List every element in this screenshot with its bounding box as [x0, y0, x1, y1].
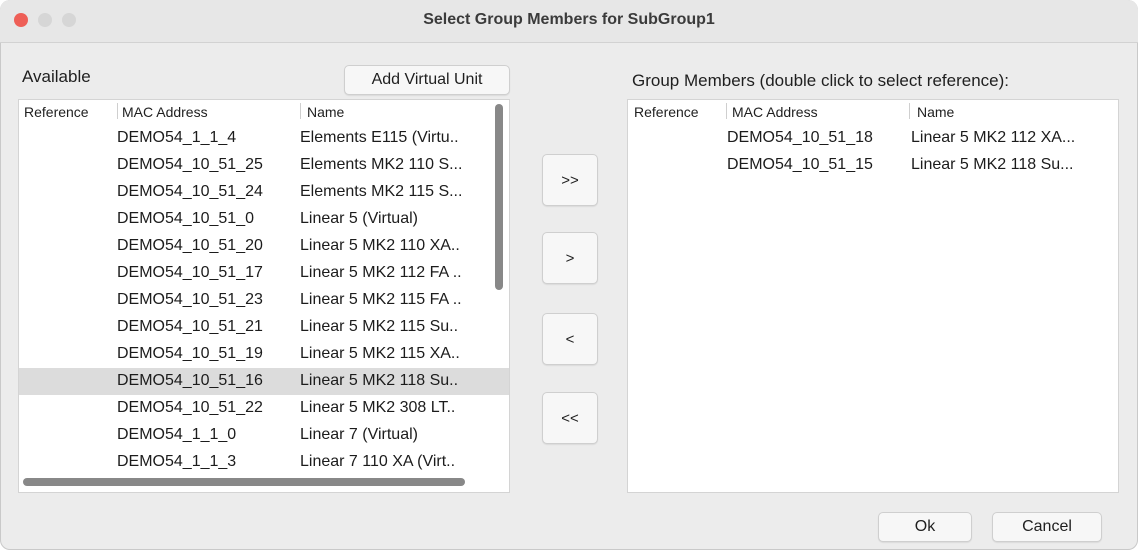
member-cell-mac: DEMO54_10_51_15 — [727, 156, 873, 173]
available-cell-name: Elements E115 (Virtu.. — [300, 129, 459, 146]
available-row[interactable]: DEMO54_1_1_3 Linear 7 110 XA (Virt.. — [19, 449, 509, 476]
available-cell-name: Linear 7 110 XA (Virt.. — [300, 453, 456, 470]
available-cell-mac: DEMO54_10_51_16 — [117, 372, 263, 389]
group-members-table[interactable]: Reference MAC Address Name DEMO54_10_51_… — [627, 99, 1119, 493]
remove-selected-button[interactable]: < — [542, 313, 598, 365]
add-all-button[interactable]: >> — [542, 154, 598, 206]
available-cell-name: Elements MK2 115 S... — [300, 183, 463, 200]
available-cell-name: Elements MK2 110 S... — [300, 156, 463, 173]
available-cell-name: Linear 5 MK2 308 LT.. — [300, 399, 456, 416]
column-divider — [909, 103, 910, 119]
available-col-mac[interactable]: MAC Address — [122, 104, 208, 120]
available-cell-mac: DEMO54_10_51_24 — [117, 183, 263, 200]
add-selected-button[interactable]: > — [542, 232, 598, 284]
member-cell-mac: DEMO54_10_51_18 — [727, 129, 873, 146]
available-cell-mac: DEMO54_1_1_4 — [117, 129, 237, 146]
available-row[interactable]: DEMO54_1_1_0 Linear 7 (Virtual) — [19, 422, 509, 449]
available-cell-mac: DEMO54_10_51_23 — [117, 291, 263, 308]
available-cell-mac: DEMO54_1_1_3 — [117, 453, 237, 470]
member-cell-name: Linear 5 MK2 118 Su... — [911, 156, 1074, 173]
available-cell-mac: DEMO54_10_51_17 — [117, 264, 263, 281]
available-table[interactable]: Reference MAC Address Name DEMO54_1_1_4 E… — [18, 99, 510, 493]
add-virtual-unit-button[interactable]: Add Virtual Unit — [344, 65, 510, 95]
available-row[interactable]: DEMO54_10_51_22 Linear 5 MK2 308 LT.. — [19, 395, 509, 422]
available-cell-mac: DEMO54_10_51_22 — [117, 399, 263, 416]
available-col-name[interactable]: Name — [307, 104, 344, 120]
available-row[interactable]: DEMO54_10_51_24 Elements MK2 115 S... — [19, 179, 509, 206]
available-cell-name: Linear 5 MK2 115 FA .. — [300, 291, 462, 308]
available-col-reference[interactable]: Reference — [24, 104, 89, 120]
available-cell-name: Linear 5 MK2 112 FA .. — [300, 264, 462, 281]
available-row[interactable]: DEMO54_10_51_16 Linear 5 MK2 118 Su.. — [19, 368, 509, 395]
available-table-header: Reference MAC Address Name — [19, 100, 509, 122]
members-col-name[interactable]: Name — [917, 104, 954, 120]
available-cell-mac: DEMO54_10_51_20 — [117, 237, 263, 254]
ok-button[interactable]: Ok — [878, 512, 972, 542]
available-row[interactable]: DEMO54_10_51_19 Linear 5 MK2 115 XA.. — [19, 341, 509, 368]
members-col-reference[interactable]: Reference — [634, 104, 699, 120]
available-row[interactable]: DEMO54_10_51_20 Linear 5 MK2 110 XA.. — [19, 233, 509, 260]
available-label: Available — [22, 67, 91, 86]
member-cell-name: Linear 5 MK2 112 XA... — [911, 129, 1076, 146]
title-bar: Select Group Members for SubGroup1 — [0, 0, 1138, 43]
available-cell-name: Linear 5 MK2 115 XA.. — [300, 345, 460, 362]
member-row[interactable]: DEMO54_10_51_18 Linear 5 MK2 112 XA... — [628, 125, 1118, 152]
available-cell-mac: DEMO54_1_1_0 — [117, 426, 237, 443]
cancel-button[interactable]: Cancel — [992, 512, 1102, 542]
remove-all-button[interactable]: << — [542, 392, 598, 444]
available-row[interactable]: DEMO54_10_51_0 Linear 5 (Virtual) — [19, 206, 509, 233]
member-row[interactable]: DEMO54_10_51_15 Linear 5 MK2 118 Su... — [628, 152, 1118, 179]
available-row[interactable]: DEMO54_10_51_21 Linear 5 MK2 115 Su.. — [19, 314, 509, 341]
available-vertical-scrollbar[interactable] — [495, 104, 503, 290]
available-cell-name: Linear 5 MK2 110 XA.. — [300, 237, 460, 254]
available-row[interactable]: DEMO54_1_1_4 Elements E115 (Virtu.. — [19, 125, 509, 152]
column-divider — [300, 103, 301, 119]
available-cell-name: Linear 5 (Virtual) — [300, 210, 418, 227]
available-cell-mac: DEMO54_10_51_19 — [117, 345, 263, 362]
available-horizontal-scrollbar[interactable] — [23, 478, 465, 486]
available-row[interactable]: DEMO54_10_51_23 Linear 5 MK2 115 FA .. — [19, 287, 509, 314]
available-cell-mac: DEMO54_10_51_25 — [117, 156, 263, 173]
column-divider — [726, 103, 727, 119]
available-row[interactable]: DEMO54_10_51_17 Linear 5 MK2 112 FA .. — [19, 260, 509, 287]
available-row[interactable]: DEMO54_10_51_25 Elements MK2 110 S... — [19, 152, 509, 179]
available-cell-mac: DEMO54_10_51_21 — [117, 318, 263, 335]
group-members-label: Group Members (double click to select re… — [632, 71, 1009, 90]
members-col-mac[interactable]: MAC Address — [732, 104, 818, 120]
members-table-header: Reference MAC Address Name — [628, 100, 1118, 122]
dialog-window: Select Group Members for SubGroup1 Avail… — [0, 0, 1138, 550]
window-title: Select Group Members for SubGroup1 — [423, 11, 715, 28]
column-divider — [117, 103, 118, 119]
available-rows: DEMO54_1_1_4 Elements E115 (Virtu.. DEMO54… — [19, 125, 509, 476]
available-cell-name: Linear 5 MK2 115 Su.. — [300, 318, 459, 335]
members-rows: DEMO54_10_51_18 Linear 5 MK2 112 XA... DEM… — [628, 125, 1118, 179]
available-cell-mac: DEMO54_10_51_0 — [117, 210, 254, 227]
available-cell-name: Linear 5 MK2 118 Su.. — [300, 372, 459, 389]
available-cell-name: Linear 7 (Virtual) — [300, 426, 418, 443]
